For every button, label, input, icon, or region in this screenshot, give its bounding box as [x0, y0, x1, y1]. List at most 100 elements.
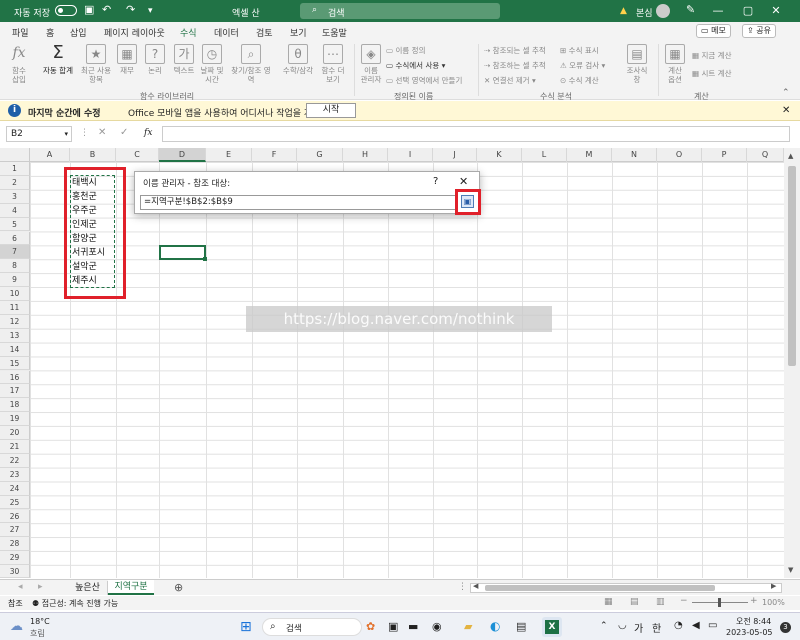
- prev-sheet-icon[interactable]: ◂: [18, 582, 23, 592]
- row-header[interactable]: 26: [0, 509, 30, 524]
- active-cell[interactable]: [159, 245, 206, 260]
- row-header[interactable]: 3: [0, 189, 30, 204]
- edge-icon[interactable]: ◐: [490, 619, 500, 633]
- calc-now-button[interactable]: ▦ 지금 계산: [692, 50, 731, 61]
- start-button[interactable]: 시작: [306, 103, 356, 118]
- row-header[interactable]: 29: [0, 551, 30, 566]
- col-N[interactable]: N: [612, 148, 657, 162]
- row-header[interactable]: 10: [0, 287, 30, 301]
- undo-icon[interactable]: ↶: [102, 3, 111, 16]
- row-header[interactable]: 7: [0, 245, 30, 260]
- camera-icon[interactable]: ◉: [432, 620, 442, 633]
- text-button[interactable]: 가 텍스트: [170, 44, 198, 75]
- file-explorer-icon[interactable]: ▰: [464, 620, 472, 633]
- row-header[interactable]: 6: [0, 231, 30, 246]
- clock-date[interactable]: 2023-05-05: [726, 628, 773, 637]
- tab-file[interactable]: 파일: [12, 26, 29, 39]
- col-H[interactable]: H: [343, 148, 388, 162]
- col-P[interactable]: P: [702, 148, 747, 162]
- col-Q[interactable]: Q: [747, 148, 784, 162]
- vertical-scrollbar[interactable]: ▲ ▼: [784, 148, 800, 578]
- save-icon[interactable]: ▣: [84, 3, 94, 16]
- autosum-button[interactable]: Σ 자동 합계: [38, 44, 78, 76]
- autosave-toggle[interactable]: [55, 5, 77, 16]
- search-box[interactable]: ⌕ 검색: [300, 3, 500, 19]
- formula-input[interactable]: [162, 126, 790, 142]
- col-M[interactable]: M: [567, 148, 612, 162]
- share-button[interactable]: ⇪ 공유: [742, 24, 776, 38]
- error-check-button[interactable]: ⚠ 오류 검사 ▾: [560, 60, 605, 71]
- lookup-button[interactable]: ⌕ 찾기/참조 영역: [228, 44, 274, 84]
- redo-icon[interactable]: ↷: [126, 3, 135, 16]
- keyboard-icon[interactable]: ◡: [618, 620, 627, 631]
- more-functions-button[interactable]: ⋯ 함수 더 보기: [318, 44, 348, 84]
- col-C[interactable]: C: [116, 148, 159, 162]
- tray-chevron-icon[interactable]: ⌃: [600, 621, 608, 631]
- tab-review[interactable]: 검토: [256, 26, 273, 39]
- row-header[interactable]: 9: [0, 273, 30, 288]
- ime-mode[interactable]: 가: [634, 620, 643, 635]
- tab-page-layout[interactable]: 페이지 레이아웃: [104, 26, 165, 39]
- tab-insert[interactable]: 삽입: [70, 26, 87, 39]
- row-header[interactable]: 13: [0, 328, 30, 343]
- col-L[interactable]: L: [522, 148, 567, 162]
- row-header[interactable]: 4: [0, 203, 30, 218]
- row-header[interactable]: 11: [0, 301, 30, 315]
- normal-view-icon[interactable]: ▦: [604, 597, 613, 607]
- cancel-icon[interactable]: ✕: [98, 127, 106, 138]
- scroll-left-icon[interactable]: ◀: [473, 582, 478, 590]
- logical-button[interactable]: ? 논리: [142, 44, 168, 75]
- financial-button[interactable]: ▦ 재무: [114, 44, 140, 75]
- collapse-ribbon-icon[interactable]: ⌃: [782, 88, 790, 98]
- row-header[interactable]: 5: [0, 217, 30, 232]
- minimize-icon[interactable]: —: [708, 3, 728, 19]
- reference-input[interactable]: =지역구분!$B$2:$B$9: [140, 195, 456, 210]
- col-A[interactable]: A: [30, 148, 70, 162]
- fx-icon[interactable]: fx: [144, 128, 152, 138]
- row-header[interactable]: 22: [0, 453, 30, 468]
- widgets-icon[interactable]: ✿: [366, 620, 375, 633]
- avatar[interactable]: [656, 4, 670, 18]
- task-view-icon[interactable]: ▣: [388, 620, 398, 633]
- ime-lang[interactable]: 한: [652, 620, 661, 635]
- tab-view[interactable]: 보기: [290, 26, 307, 39]
- horizontal-scrollbar[interactable]: ◀ ▶: [470, 582, 782, 593]
- zoom-in-icon[interactable]: +: [750, 596, 758, 606]
- row-header[interactable]: 12: [0, 314, 30, 329]
- trace-precedents-button[interactable]: ⇢ 참조되는 셀 추적: [484, 45, 546, 56]
- sheet-tab-region[interactable]: 지역구분: [108, 580, 154, 595]
- volume-icon[interactable]: ◀: [692, 620, 700, 631]
- fill-handle[interactable]: [203, 257, 207, 261]
- close-info-icon[interactable]: ✕: [782, 105, 790, 116]
- col-I[interactable]: I: [388, 148, 433, 162]
- tab-help[interactable]: 도움말: [322, 26, 347, 39]
- calc-sheet-button[interactable]: ▦ 시트 계산: [692, 68, 731, 79]
- excel-taskbar-button[interactable]: X: [542, 617, 562, 637]
- add-sheet-icon[interactable]: ⊕: [174, 581, 183, 594]
- col-D[interactable]: D: [159, 148, 206, 162]
- cloud-icon[interactable]: ☁: [10, 619, 23, 634]
- row-header[interactable]: 15: [0, 356, 30, 371]
- row-header[interactable]: 17: [0, 384, 30, 399]
- show-formulas-button[interactable]: ⊞ 수식 표시: [560, 45, 599, 56]
- clock-time[interactable]: 오전 8:44: [736, 616, 771, 627]
- zoom-out-icon[interactable]: −: [680, 596, 688, 606]
- notes-icon[interactable]: ▬: [408, 620, 418, 633]
- recent-button[interactable]: ★ 최근 사용 항목: [80, 44, 112, 84]
- row-header[interactable]: 14: [0, 342, 30, 357]
- trace-dependents-button[interactable]: ⇢ 참조하는 셀 추적: [484, 60, 546, 71]
- page-break-view-icon[interactable]: ▥: [656, 597, 665, 607]
- row-header[interactable]: 23: [0, 467, 30, 482]
- zoom-level[interactable]: 100%: [762, 598, 785, 607]
- col-K[interactable]: K: [477, 148, 522, 162]
- name-manager-button[interactable]: ◈ 이름 관리자: [358, 44, 384, 84]
- col-B[interactable]: B: [70, 148, 116, 162]
- zoom-slider-handle[interactable]: [718, 598, 721, 607]
- row-header[interactable]: 30: [0, 565, 30, 578]
- store-icon[interactable]: ▤: [516, 620, 526, 633]
- col-J[interactable]: J: [433, 148, 477, 162]
- math-button[interactable]: θ 수학/삼각: [280, 44, 316, 75]
- col-G[interactable]: G: [297, 148, 343, 162]
- wifi-icon[interactable]: ◔: [674, 620, 683, 631]
- windows-start-icon[interactable]: ⊞: [240, 619, 252, 635]
